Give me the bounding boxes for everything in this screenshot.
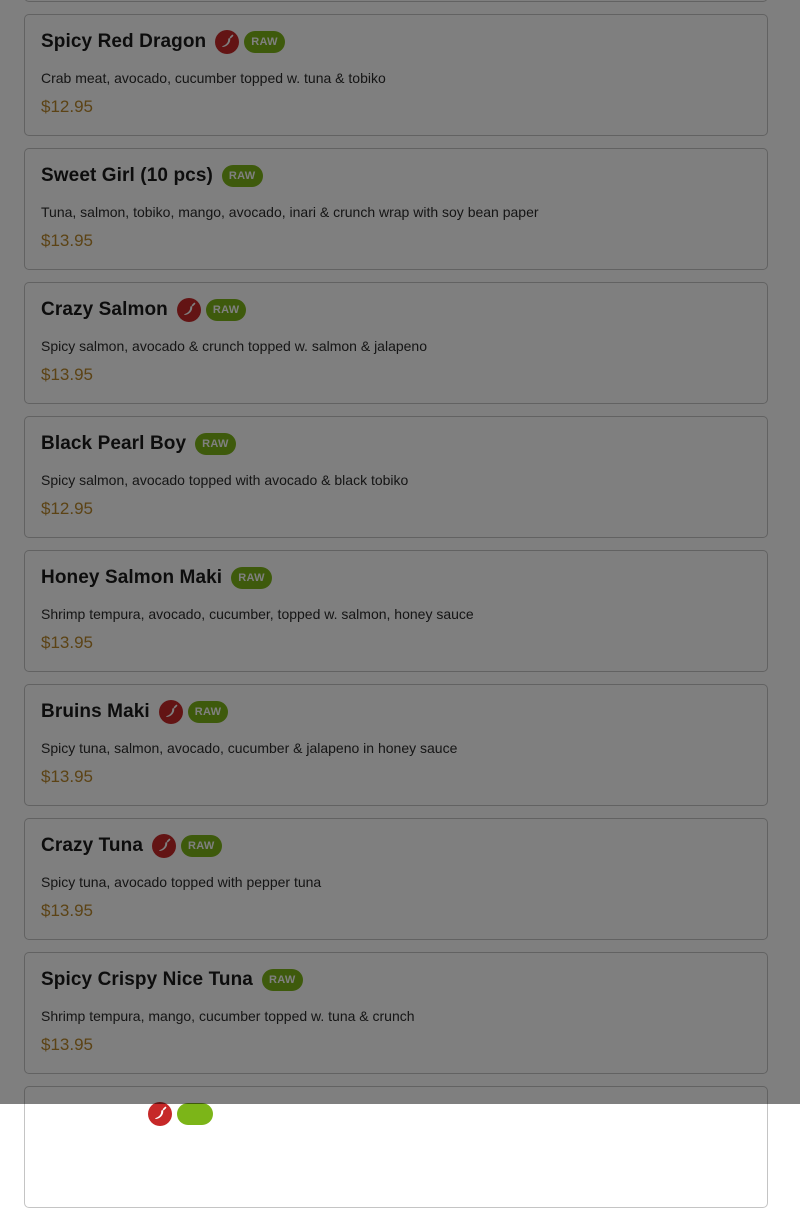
modal-backdrop-overlay[interactable] xyxy=(0,0,800,1104)
menu-item-card[interactable] xyxy=(24,1086,768,1208)
raw-badge xyxy=(177,1103,213,1125)
menu-item-title-row xyxy=(41,1101,213,1127)
chili-pepper-icon xyxy=(148,1102,172,1126)
